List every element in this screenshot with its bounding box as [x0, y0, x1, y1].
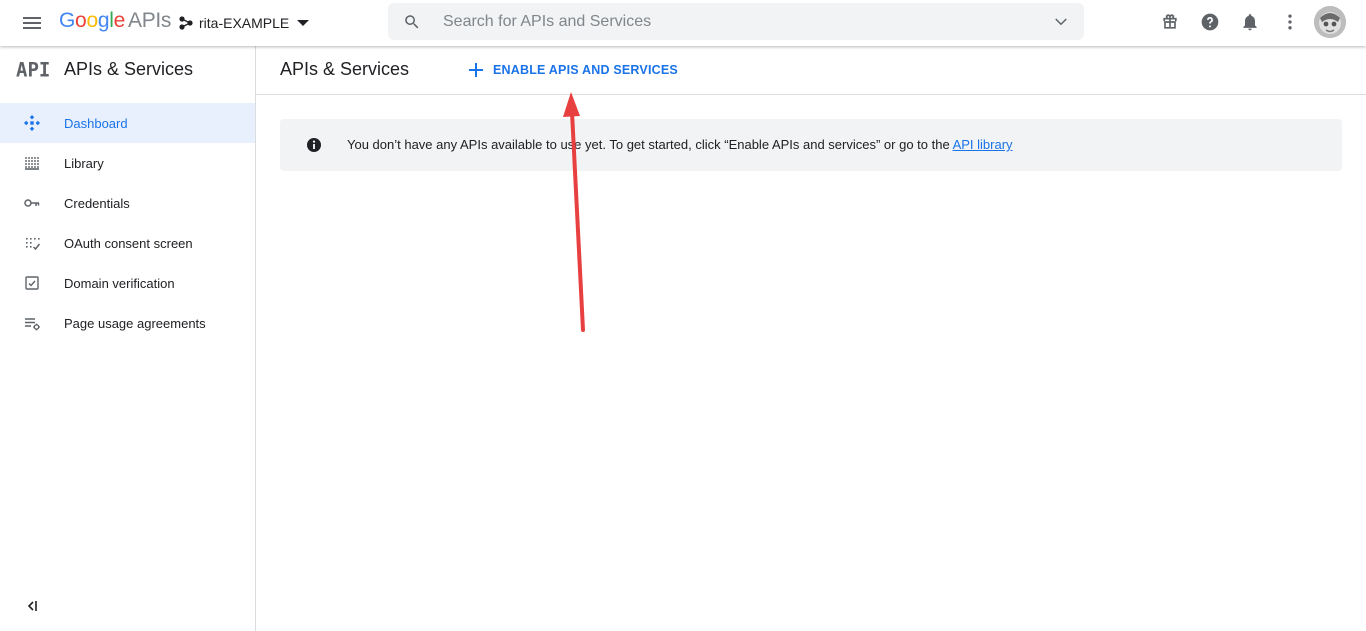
checkbox-icon: [25, 276, 39, 290]
info-banner: You don’t have any APIs available to use…: [280, 119, 1342, 171]
sidebar-header: API APIs & Services: [0, 46, 255, 94]
oauth-consent-icon: [26, 238, 41, 251]
main-header: APIs & Services ENABLE APIS AND SERVICES: [256, 46, 1366, 95]
sidebar-item-label: Credentials: [64, 196, 130, 211]
search-input[interactable]: [443, 3, 1023, 40]
sidebar-item-dashboard[interactable]: Dashboard: [0, 103, 255, 143]
sidebar-nav: Dashboard Library Credentials OAuth cons…: [0, 103, 255, 343]
help-icon[interactable]: [1200, 12, 1220, 32]
api-library-link[interactable]: API library: [953, 137, 1013, 152]
enable-apis-button[interactable]: ENABLE APIS AND SERVICES: [462, 56, 684, 84]
search-bar[interactable]: [388, 3, 1084, 40]
plus-icon: [469, 63, 483, 77]
google-apis-logo[interactable]: Google APIs: [59, 9, 171, 33]
info-icon: [307, 138, 321, 152]
project-icon: [179, 16, 193, 30]
search-icon: [405, 15, 419, 29]
api-logo-icon: API: [16, 58, 51, 82]
hamburger-menu-icon[interactable]: [20, 11, 44, 35]
sidebar-item-page-usage-agreements[interactable]: Page usage agreements: [0, 303, 255, 343]
logo-letter: o: [86, 9, 98, 32]
key-icon: [24, 199, 40, 207]
notifications-icon[interactable]: [1240, 12, 1260, 32]
sidebar-item-credentials[interactable]: Credentials: [0, 183, 255, 223]
settings-list-icon: [25, 318, 40, 331]
logo-letter: G: [59, 9, 76, 32]
enable-apis-label: ENABLE APIS AND SERVICES: [493, 63, 678, 77]
info-message-text: You don’t have any APIs available to use…: [347, 137, 953, 152]
more-vert-icon[interactable]: [1280, 12, 1300, 32]
logo-suffix: APIs: [127, 9, 172, 32]
sidebar-item-label: Dashboard: [64, 116, 128, 131]
logo-letter: e: [113, 9, 126, 32]
sidebar-item-domain-verification[interactable]: Domain verification: [0, 263, 255, 303]
sidebar-title: APIs & Services: [64, 59, 194, 79]
dashboard-icon: [24, 115, 40, 131]
sidebar-item-label: Library: [64, 156, 104, 171]
account-avatar[interactable]: [1314, 6, 1346, 38]
top-app-bar: Google APIs rita-EXAMPLE: [0, 0, 1366, 46]
page-title: APIs & Services: [280, 59, 410, 79]
sidebar-item-library[interactable]: Library: [0, 143, 255, 183]
sidebar-item-oauth-consent[interactable]: OAuth consent screen: [0, 223, 255, 263]
caret-down-icon: [297, 20, 310, 26]
logo-letter: g: [97, 9, 110, 32]
logo-letter: o: [75, 9, 87, 32]
sidebar-item-label: OAuth consent screen: [64, 236, 193, 251]
project-name: rita-EXAMPLE: [199, 15, 290, 31]
library-icon: [25, 157, 39, 170]
collapse-sidebar-icon[interactable]: [23, 597, 41, 615]
project-selector[interactable]: rita-EXAMPLE: [178, 12, 310, 34]
sidebar-item-label: Domain verification: [64, 276, 175, 291]
info-message: You don’t have any APIs available to use…: [347, 137, 1013, 152]
sidebar-item-label: Page usage agreements: [64, 316, 206, 331]
sidebar: API APIs & Services Dashboard Library Cr…: [0, 46, 256, 631]
chevron-down-icon[interactable]: [1052, 13, 1070, 31]
gift-icon[interactable]: [1160, 12, 1180, 32]
